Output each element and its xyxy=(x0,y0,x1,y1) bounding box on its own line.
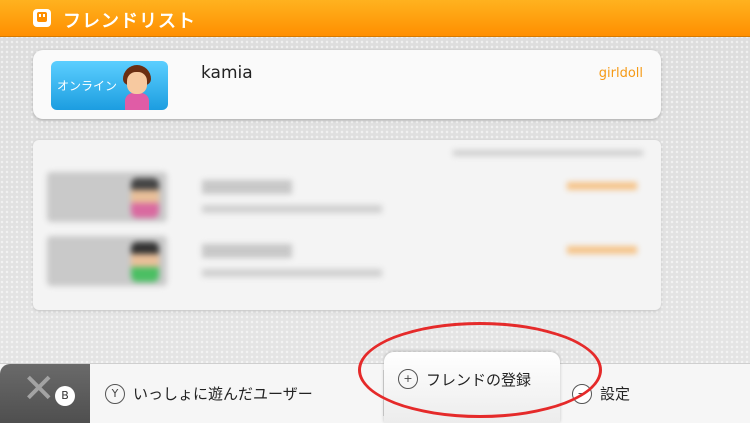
y-button-badge: Y xyxy=(105,383,125,404)
own-user-id: girldoll xyxy=(598,66,643,81)
header-bar: フレンドリスト xyxy=(0,0,750,37)
friend-name-blurred xyxy=(202,180,292,194)
page-title: フレンドリスト xyxy=(63,11,196,32)
highlight-circle-annotation xyxy=(358,322,602,418)
own-name: kamia xyxy=(201,63,253,83)
friend-message-blurred xyxy=(202,205,382,213)
close-button[interactable]: ✕ B xyxy=(0,364,90,423)
played-with-users-button[interactable]: Y いっしょに遊んだユーザー xyxy=(105,364,313,423)
friend-list-item[interactable] xyxy=(47,236,647,298)
friends-list-panel xyxy=(33,140,661,310)
blurred-header-text xyxy=(453,150,643,156)
friend-mii-avatar-icon xyxy=(131,178,159,218)
friend-list-app-icon xyxy=(33,9,51,27)
own-profile-card[interactable]: オンライン kamia girldoll xyxy=(33,50,661,119)
played-with-users-label: いっしょに遊んだユーザー xyxy=(133,385,313,403)
friend-list-item[interactable] xyxy=(47,172,647,234)
friend-name-blurred xyxy=(202,244,292,258)
online-status-label: オンライン xyxy=(57,79,118,93)
mii-avatar-icon xyxy=(120,65,154,110)
close-icon: ✕ xyxy=(22,366,56,412)
b-button-badge: B xyxy=(55,386,75,406)
online-status-box: オンライン xyxy=(51,61,168,110)
settings-label: 設定 xyxy=(600,385,631,403)
friend-mii-avatar-icon xyxy=(131,242,159,282)
friend-id-blurred xyxy=(567,246,637,254)
friend-message-blurred xyxy=(202,269,382,277)
friend-id-blurred xyxy=(567,182,637,190)
